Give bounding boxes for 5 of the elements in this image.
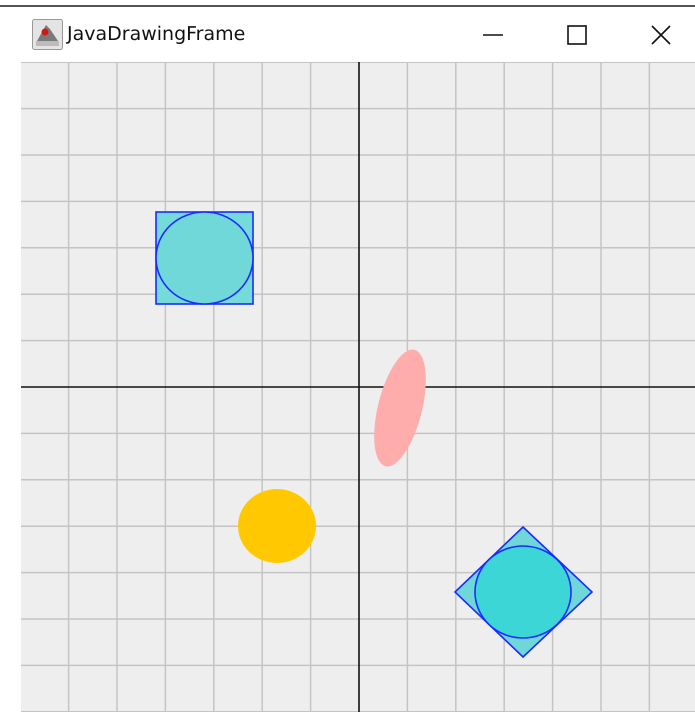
maximize-icon bbox=[566, 24, 588, 46]
app-icon bbox=[32, 19, 63, 50]
window-title: JavaDrawingFrame bbox=[67, 22, 246, 48]
close-icon bbox=[650, 24, 672, 46]
minimize-icon bbox=[482, 34, 504, 36]
